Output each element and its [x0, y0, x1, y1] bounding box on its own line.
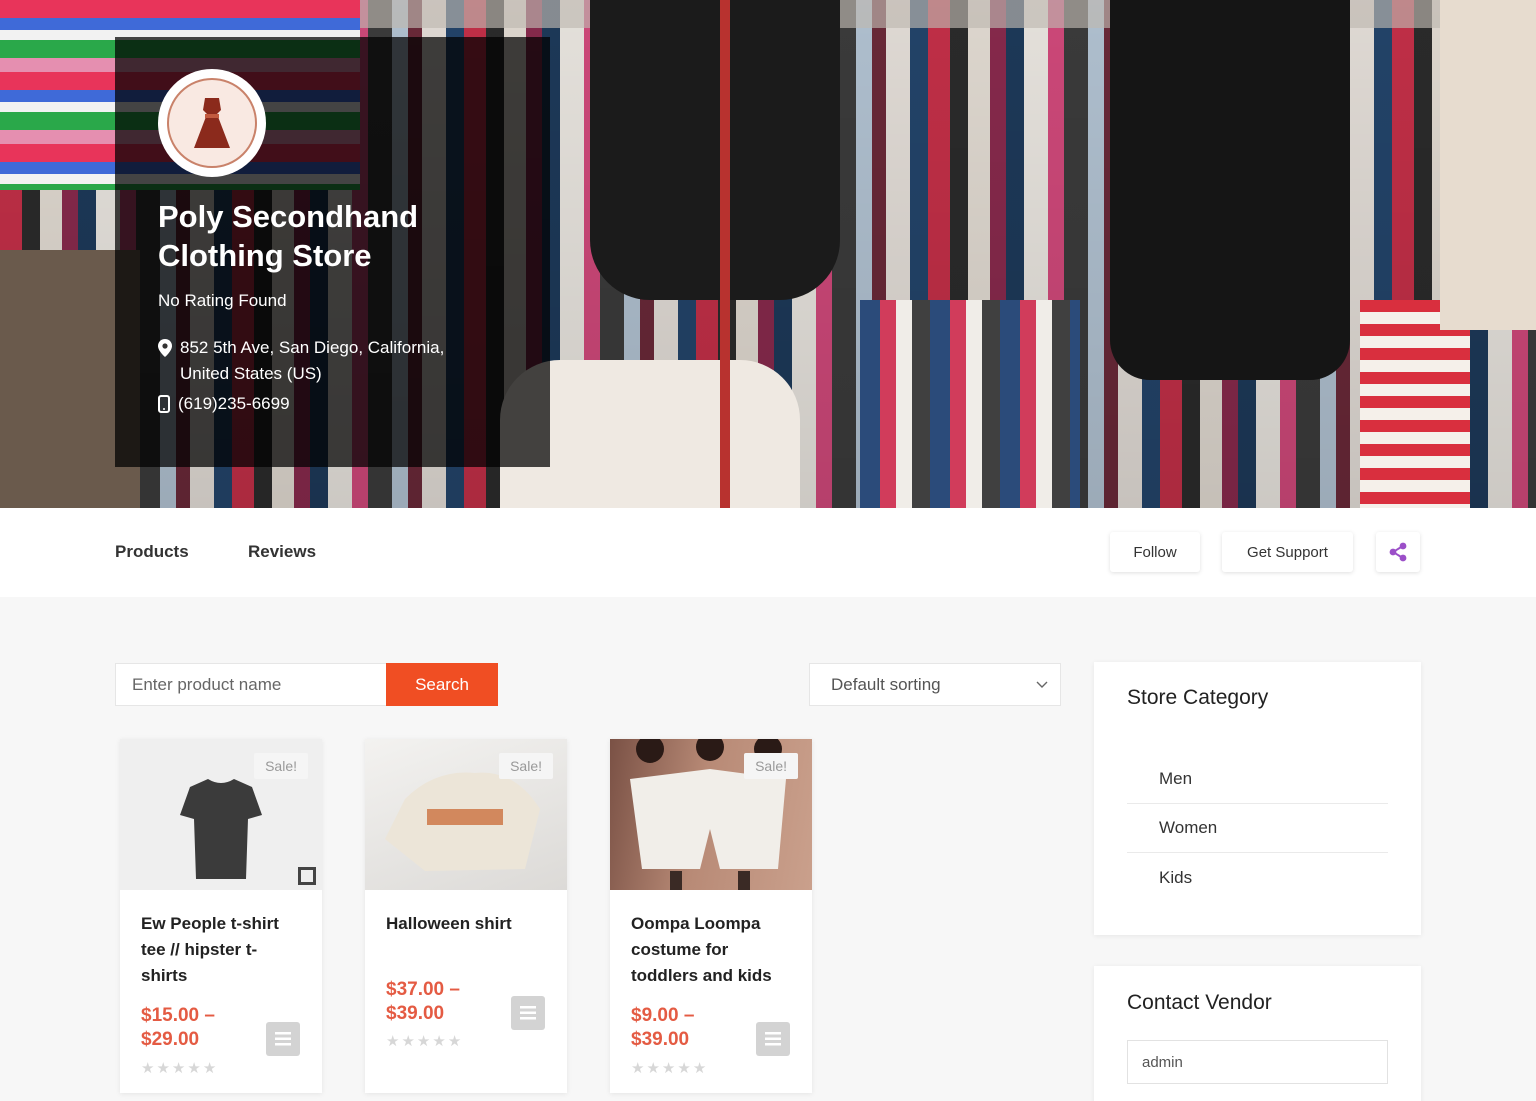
contact-vendor-widget: Contact Vendor [1094, 966, 1421, 1101]
star-icon: ★ [416, 1033, 431, 1050]
product-image[interactable]: Sale! [610, 739, 812, 890]
list-icon [275, 1032, 291, 1046]
star-icon: ★ [677, 1060, 691, 1077]
tab-products[interactable]: Products [115, 542, 189, 562]
star-rating: ★ ★ ★ ★ ★ [386, 1032, 461, 1050]
share-icon [1389, 542, 1407, 562]
product-card[interactable]: Sale! Halloween shirt $37.00 – $39.00 ★ ★… [365, 739, 567, 1093]
category-item-women[interactable]: Women [1127, 804, 1388, 853]
product-image[interactable]: Sale! [120, 739, 322, 890]
category-item-kids[interactable]: Kids [1127, 853, 1388, 902]
product-price: $9.00 – $39.00 [631, 1005, 695, 1050]
product-price: $15.00 – $29.00 [141, 1005, 215, 1050]
product-search-input[interactable] [115, 663, 387, 706]
store-phone-text: (619)235-6699 [178, 394, 290, 413]
product-title[interactable]: Ew People t-shirt tee // hipster t-shirt… [141, 911, 301, 989]
follow-button[interactable]: Follow [1110, 532, 1200, 572]
star-icon: ★ [171, 1060, 186, 1077]
store-category-widget: Store Category Men Women Kids [1094, 662, 1421, 935]
tab-reviews[interactable]: Reviews [248, 542, 316, 562]
store-logo [158, 69, 266, 177]
contact-vendor-title: Contact Vendor [1127, 991, 1272, 1014]
star-icon: ★ [661, 1060, 676, 1077]
banner-clothing [590, 0, 840, 300]
banner-clothing [1360, 300, 1470, 508]
star-icon: ★ [631, 1060, 645, 1077]
product-title[interactable]: Oompa Loompa costume for toddlers and ki… [631, 911, 791, 989]
product-card[interactable]: Sale! Ew People t-shirt tee // hipster t… [120, 739, 322, 1093]
contact-name-field[interactable] [1127, 1040, 1388, 1084]
product-title[interactable]: Halloween shirt [386, 911, 546, 937]
list-icon [765, 1032, 781, 1046]
banner-clothing [1110, 0, 1350, 380]
sale-badge: Sale! [254, 753, 308, 779]
category-list: Men Women Kids [1127, 755, 1388, 902]
sorting-selected-label: Default sorting [831, 674, 941, 694]
sale-badge: Sale! [499, 753, 553, 779]
list-icon [520, 1006, 536, 1020]
add-to-cart-button[interactable] [511, 996, 545, 1030]
sorting-select[interactable]: Default sorting [809, 663, 1061, 706]
banner-clothing [720, 0, 730, 508]
star-icon: ★ [401, 1033, 415, 1050]
search-button[interactable]: Search [386, 663, 498, 706]
add-to-cart-button[interactable] [266, 1022, 300, 1056]
store-banner: Poly Secondhand Clothing Store No Rating… [0, 0, 1536, 508]
category-item-men[interactable]: Men [1127, 755, 1388, 804]
chevron-down-icon [1036, 681, 1048, 688]
store-info-card: Poly Secondhand Clothing Store No Rating… [115, 37, 550, 467]
star-icon: ★ [156, 1060, 170, 1077]
mobile-phone-icon [158, 395, 170, 413]
share-button[interactable] [1376, 532, 1420, 572]
banner-clothing [1440, 0, 1536, 330]
sale-badge: Sale! [744, 753, 798, 779]
product-image[interactable]: Sale! [365, 739, 567, 890]
location-pin-icon [158, 339, 172, 357]
star-rating: ★ ★ ★ ★ ★ [141, 1059, 216, 1077]
add-to-cart-button[interactable] [756, 1022, 790, 1056]
store-category-title: Store Category [1127, 686, 1269, 709]
store-address: 852 5th Ave, San Diego, California, Unit… [158, 335, 488, 387]
get-support-button[interactable]: Get Support [1222, 532, 1353, 572]
star-icon: ★ [202, 1060, 217, 1077]
store-phone: (619)235-6699 [158, 394, 290, 414]
dress-logo-icon [167, 78, 257, 168]
star-icon: ★ [432, 1033, 446, 1050]
star-icon: ★ [187, 1060, 201, 1077]
banner-clothing [860, 300, 1080, 508]
store-tabs-bar: Products Reviews Follow Get Support [0, 508, 1536, 597]
star-icon: ★ [447, 1033, 462, 1050]
product-card[interactable]: Sale! Oompa Loompa costume for toddlers … [610, 739, 812, 1093]
star-icon: ★ [141, 1060, 155, 1077]
star-rating: ★ ★ ★ ★ ★ [631, 1059, 706, 1077]
store-name: Poly Secondhand Clothing Store [158, 199, 419, 273]
store-address-text: 852 5th Ave, San Diego, California, Unit… [180, 338, 445, 383]
star-icon: ★ [692, 1060, 707, 1077]
star-icon: ★ [386, 1033, 400, 1050]
product-price: $37.00 – $39.00 [386, 979, 460, 1024]
store-rating: No Rating Found [158, 291, 287, 310]
star-icon: ★ [646, 1060, 660, 1077]
